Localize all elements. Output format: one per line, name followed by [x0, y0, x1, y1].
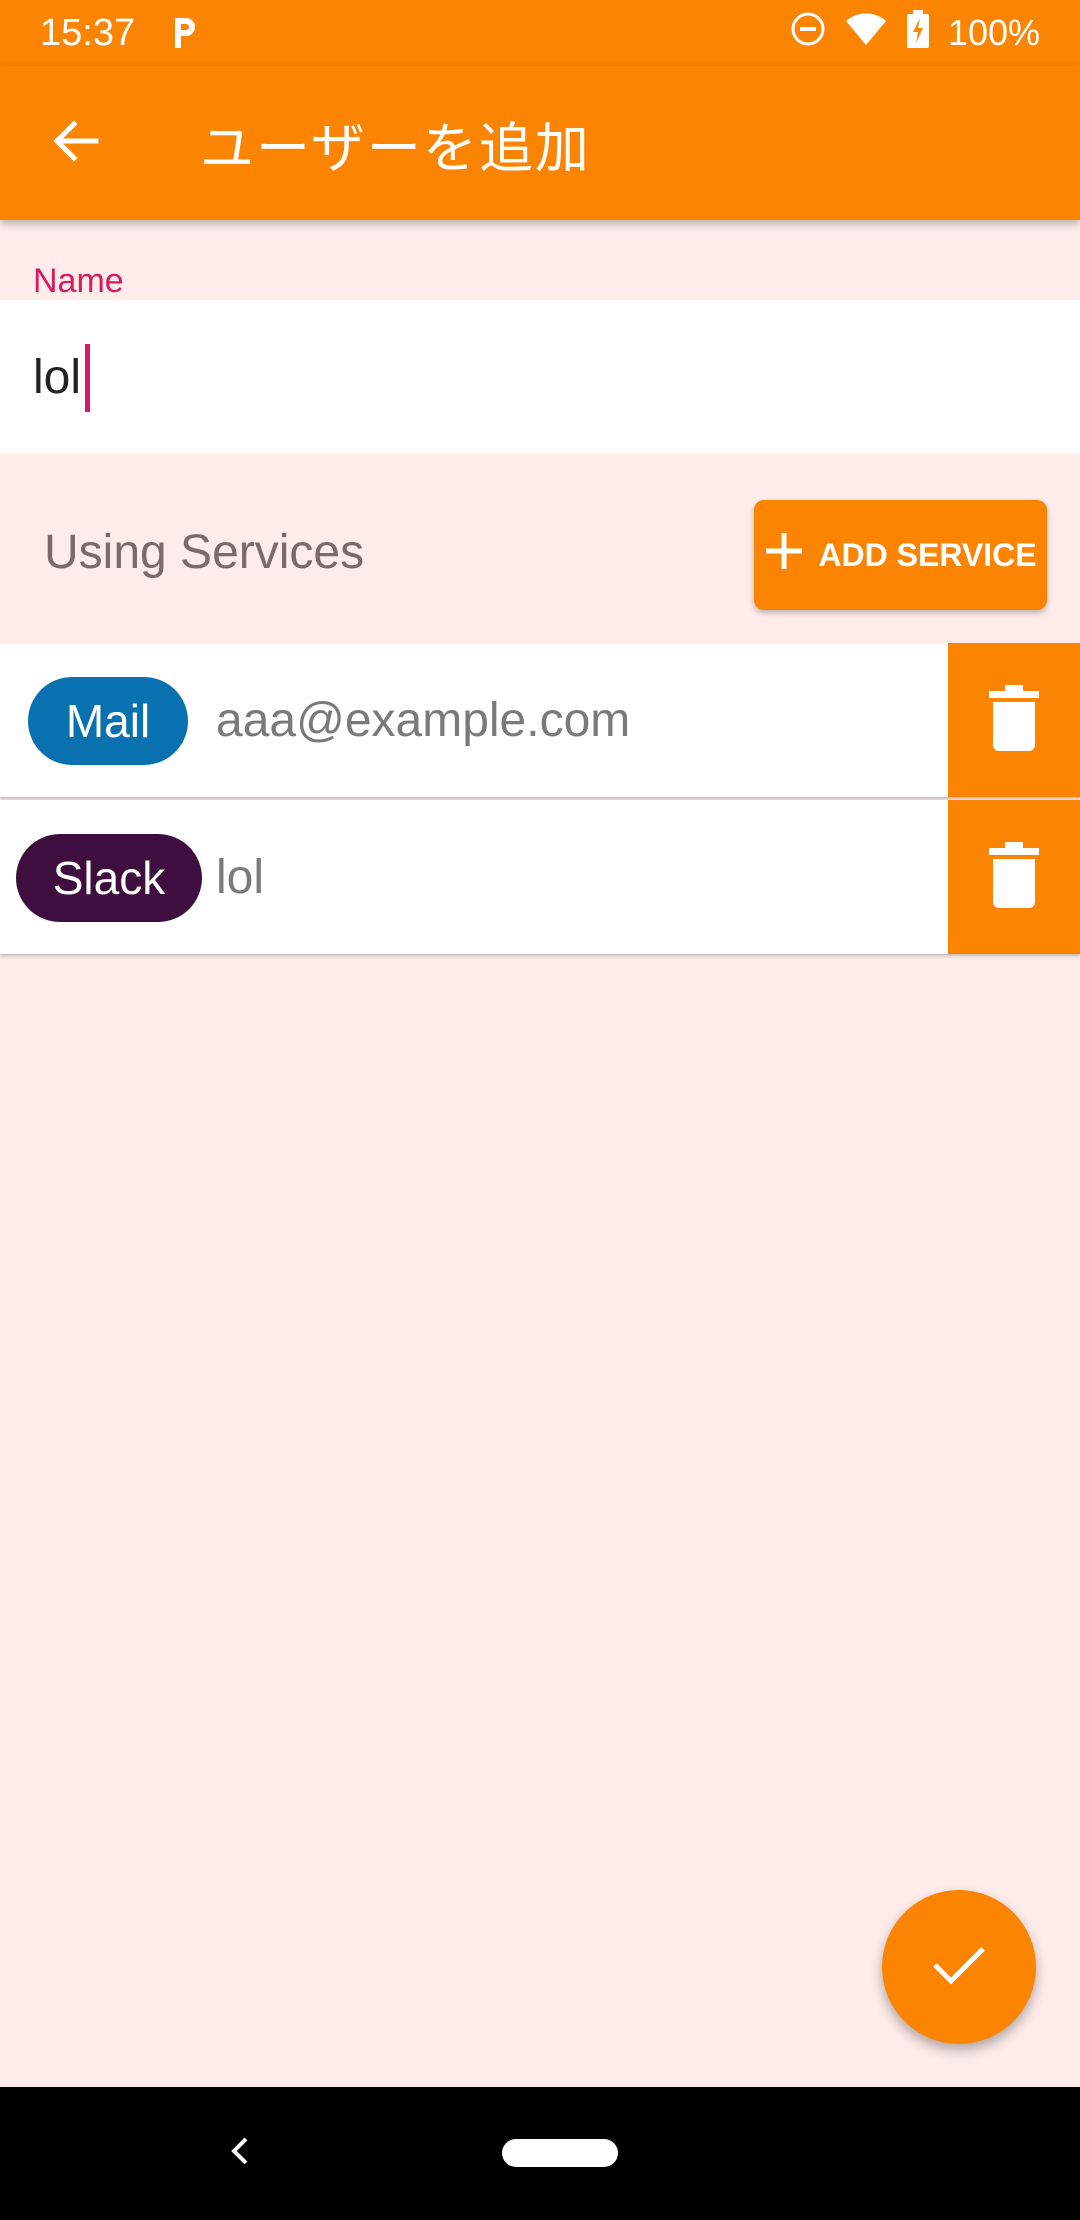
name-field[interactable]	[0, 300, 1080, 454]
service-chip[interactable]: Mail	[28, 677, 188, 765]
save-fab[interactable]	[882, 1890, 1036, 2044]
service-row: Mail aaa@example.com	[0, 643, 1080, 797]
name-input[interactable]	[33, 349, 1033, 405]
system-nav-bar	[0, 2087, 1080, 2220]
arrow-back-icon	[50, 116, 100, 170]
chevron-left-icon	[228, 2136, 252, 2170]
add-service-button[interactable]: ADD SERVICE	[754, 500, 1047, 610]
services-section-title: Using Services	[44, 526, 365, 579]
back-button[interactable]	[0, 66, 150, 220]
nav-home-pill[interactable]	[502, 2139, 618, 2167]
service-value[interactable]: lol	[216, 800, 264, 954]
trash-icon	[987, 842, 1041, 912]
dnd-icon	[790, 11, 826, 56]
service-value[interactable]: aaa@example.com	[216, 643, 630, 797]
app-bar: ユーザーを追加	[0, 66, 1080, 220]
delete-service-button[interactable]	[948, 643, 1080, 797]
add-service-label: ADD SERVICE	[818, 536, 1037, 573]
wifi-icon	[844, 11, 888, 56]
parking-icon	[171, 16, 197, 50]
battery-percent: 100%	[947, 12, 1040, 53]
name-field-label: Name	[33, 262, 124, 300]
trash-icon	[987, 685, 1041, 755]
service-chip[interactable]: Slack	[16, 834, 202, 922]
status-bar: 15:37 100%	[0, 0, 1080, 66]
check-icon	[931, 1943, 987, 1991]
nav-back-button[interactable]	[210, 2123, 270, 2183]
status-time: 15:37	[40, 11, 136, 54]
delete-service-button[interactable]	[948, 800, 1080, 954]
battery-charging-icon	[906, 9, 930, 57]
add-user-screen: 15:37 100% ユーザーを追加 Name lol Using Servic…	[0, 0, 1080, 2220]
text-cursor	[85, 344, 90, 412]
plus-icon	[764, 531, 804, 579]
page-title: ユーザーを追加	[200, 116, 591, 180]
status-icons: 100%	[790, 9, 1040, 57]
service-row: Slack lol	[0, 800, 1080, 954]
